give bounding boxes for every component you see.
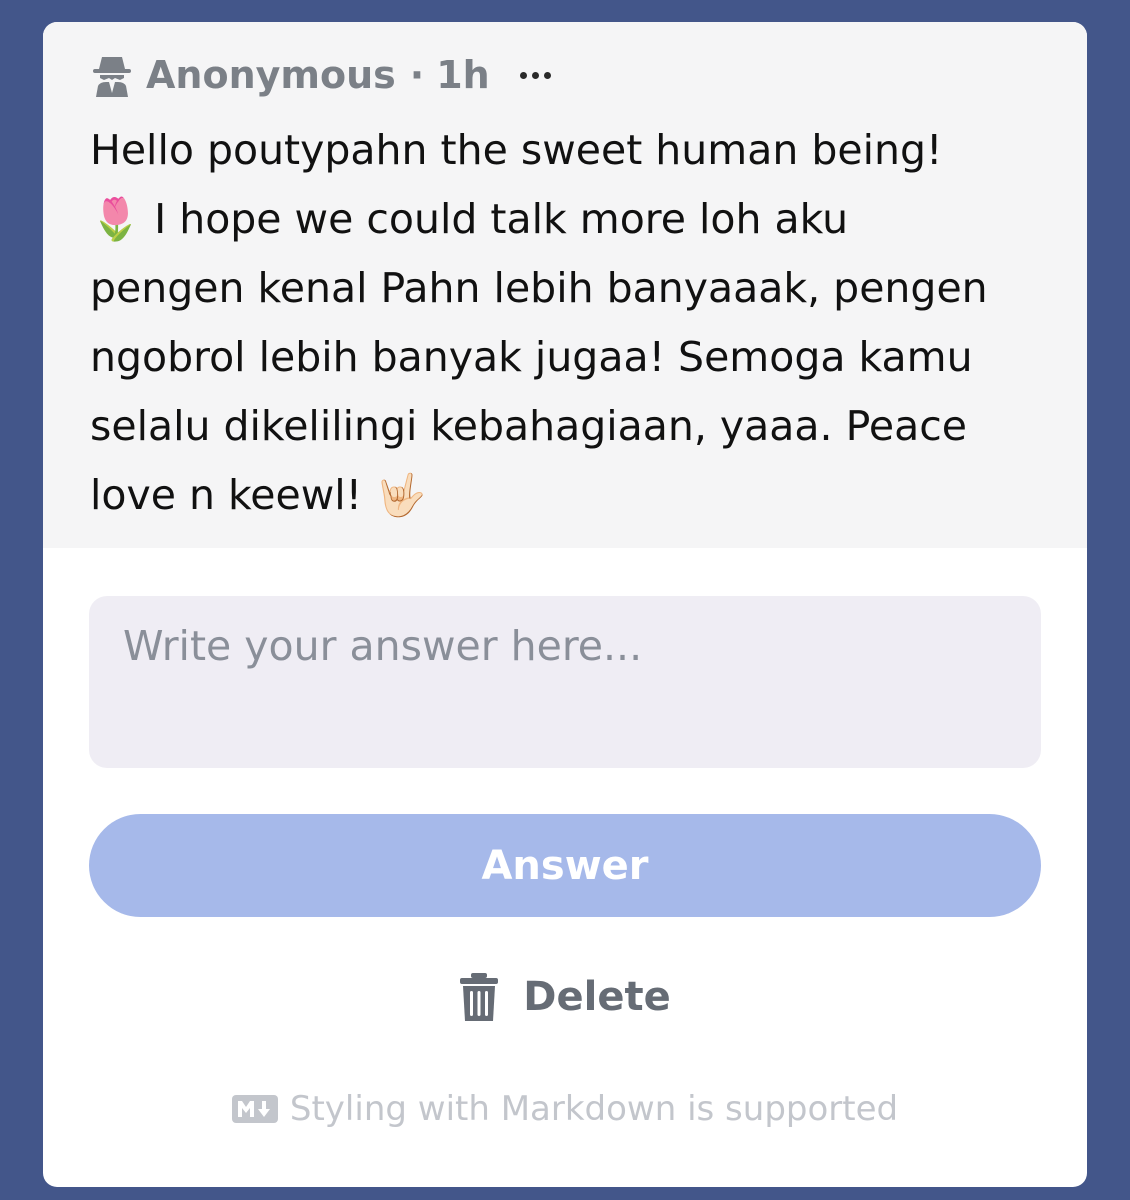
author-name: Anonymous — [146, 53, 396, 97]
trash-icon — [459, 972, 499, 1022]
more-dot — [543, 71, 551, 79]
answer-area: Answer Delete — [43, 596, 1087, 1129]
question-meta: Anonymous · 1h — [90, 46, 1041, 104]
more-icon[interactable] — [519, 71, 551, 79]
markdown-note: Styling with Markdown is supported — [89, 1089, 1041, 1129]
meta-separator: · — [409, 53, 425, 97]
answer-input[interactable] — [89, 596, 1041, 768]
more-dot — [531, 71, 539, 79]
more-dot — [519, 71, 527, 79]
delete-label: Delete — [523, 974, 671, 1020]
markdown-icon — [231, 1095, 278, 1123]
delete-button[interactable]: Delete — [453, 967, 676, 1027]
question-card: Anonymous · 1h Hello poutypahn the sweet… — [43, 22, 1087, 1187]
spy-icon — [90, 53, 134, 97]
answer-button[interactable]: Answer — [89, 814, 1041, 917]
markdown-note-text: Styling with Markdown is supported — [289, 1089, 899, 1129]
timestamp: 1h — [436, 53, 490, 97]
question-section: Anonymous · 1h Hello poutypahn the sweet… — [43, 22, 1087, 548]
question-message: Hello poutypahn the sweet human being! 🌷… — [90, 126, 988, 519]
